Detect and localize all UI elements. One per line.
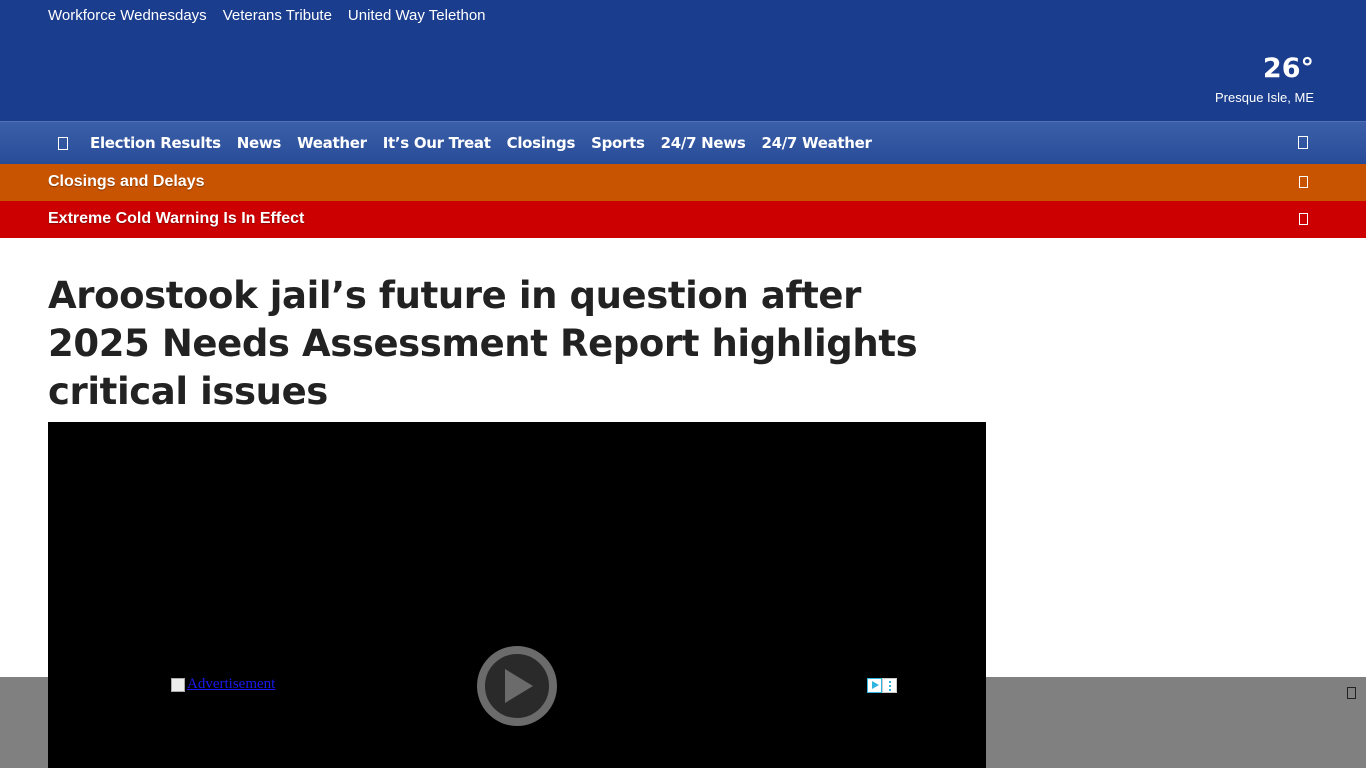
chevron-right-icon bbox=[1299, 176, 1308, 188]
main-nav: Election Results News Weather It’s Our T… bbox=[0, 121, 1366, 164]
nav-items: Election Results News Weather It’s Our T… bbox=[58, 122, 872, 164]
closings-alert-banner[interactable]: Closings and Delays bbox=[0, 164, 1366, 201]
adchoices-icon bbox=[867, 678, 882, 693]
adchoices-badge[interactable] bbox=[867, 678, 897, 693]
search-icon[interactable] bbox=[1298, 136, 1308, 149]
weather-widget[interactable]: 26° Presque Isle, ME bbox=[1215, 52, 1314, 105]
closings-alert-text: Closings and Delays bbox=[48, 173, 205, 190]
weather-temperature: 26° bbox=[1262, 53, 1314, 84]
advertisement-alt-text: Advertisement bbox=[187, 676, 276, 692]
nav-its-our-treat[interactable]: It’s Our Treat bbox=[383, 134, 491, 152]
close-icon[interactable] bbox=[1347, 687, 1356, 699]
play-icon bbox=[505, 669, 533, 703]
top-link-veterans-tribute[interactable]: Veterans Tribute bbox=[223, 7, 332, 24]
top-link-workforce-wednesdays[interactable]: Workforce Wednesdays bbox=[48, 7, 207, 24]
chevron-right-icon bbox=[1299, 213, 1308, 225]
nav-weather[interactable]: Weather bbox=[297, 134, 367, 152]
broken-image-icon bbox=[171, 677, 185, 692]
play-button[interactable] bbox=[477, 646, 557, 726]
top-links: Workforce Wednesdays Veterans Tribute Un… bbox=[48, 7, 486, 24]
nav-election-results[interactable]: Election Results bbox=[90, 134, 221, 152]
nav-sports[interactable]: Sports bbox=[591, 134, 645, 152]
video-player[interactable]: Advertisement bbox=[48, 422, 986, 768]
site-header: Workforce Wednesdays Veterans Tribute Un… bbox=[0, 0, 1366, 121]
more-options-icon[interactable] bbox=[882, 678, 897, 693]
nav-closings[interactable]: Closings bbox=[507, 134, 576, 152]
cold-warning-alert-text: Extreme Cold Warning Is In Effect bbox=[48, 210, 305, 227]
article-headline: Aroostook jail’s future in question afte… bbox=[48, 274, 918, 413]
menu-icon[interactable] bbox=[58, 136, 68, 150]
nav-247-weather[interactable]: 24/7 Weather bbox=[761, 134, 871, 152]
weather-location: Presque Isle, ME bbox=[1215, 90, 1314, 105]
nav-247-news[interactable]: 24/7 News bbox=[661, 134, 746, 152]
advertisement-link[interactable]: Advertisement bbox=[171, 676, 275, 693]
cold-warning-alert-banner[interactable]: Extreme Cold Warning Is In Effect bbox=[0, 201, 1366, 238]
nav-news[interactable]: News bbox=[237, 134, 282, 152]
top-link-united-way-telethon[interactable]: United Way Telethon bbox=[348, 7, 486, 24]
